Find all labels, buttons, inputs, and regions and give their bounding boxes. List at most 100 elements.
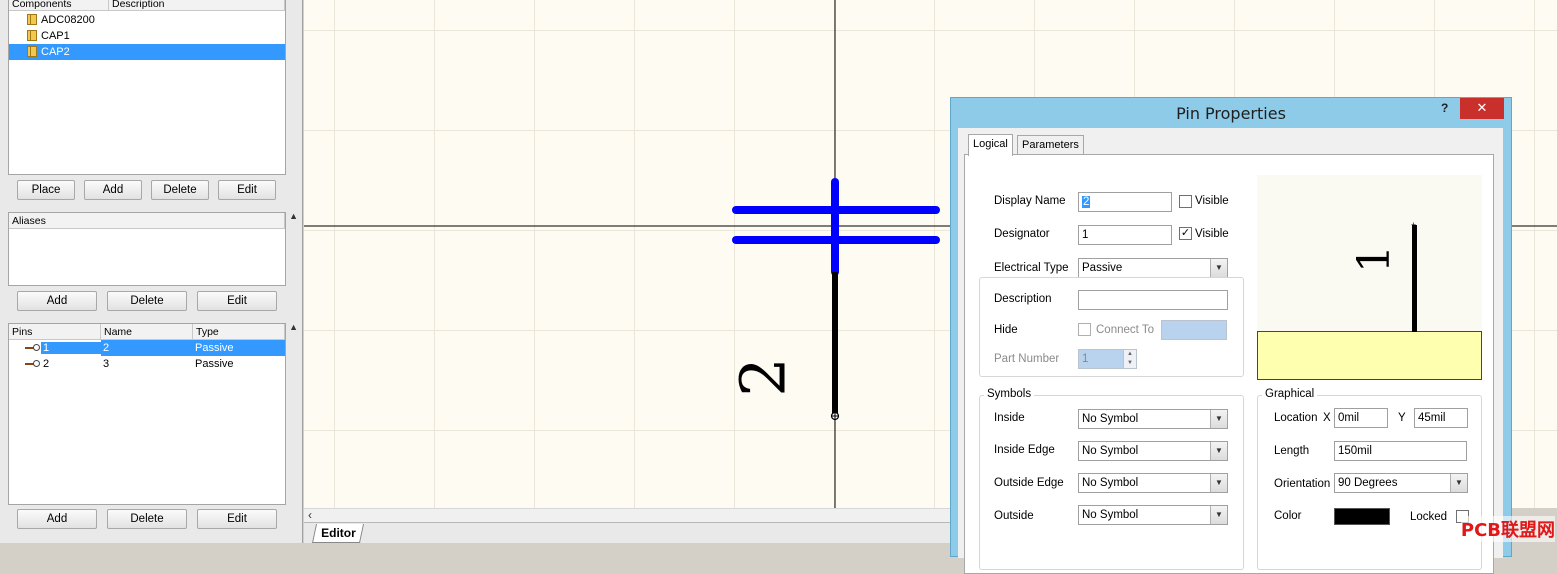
chevron-down-icon: ▼: [1210, 259, 1227, 277]
color-swatch[interactable]: [1334, 508, 1390, 525]
orientation-select[interactable]: 90 Degrees ▼: [1334, 473, 1468, 493]
location-y-input[interactable]: 45mil: [1414, 408, 1468, 428]
pin-name-label: 2: [726, 357, 800, 397]
length-label: Length: [1274, 445, 1310, 457]
graphical-group-title: Graphical: [1262, 388, 1318, 400]
scroll-left-icon[interactable]: ‹: [308, 508, 312, 522]
tab-parameters[interactable]: Parameters: [1017, 135, 1084, 155]
pin-row-selected[interactable]: 1 2 Passive: [9, 340, 285, 356]
close-button[interactable]: ✕: [1460, 98, 1504, 119]
color-label: Color: [1274, 510, 1302, 522]
document-tab-strip: Editor: [304, 522, 951, 543]
pin-icon: [25, 356, 40, 372]
display-name-visible-checkbox[interactable]: [1179, 195, 1192, 208]
col-name[interactable]: Name: [101, 324, 193, 339]
chevron-down-icon: ▼: [1210, 442, 1227, 460]
pins-header: Pins Name Type: [9, 324, 285, 340]
col-components[interactable]: Components: [9, 0, 109, 10]
location-y-label: Y: [1398, 412, 1406, 424]
add-alias-button[interactable]: Add: [17, 291, 97, 311]
hide-checkbox[interactable]: [1078, 323, 1091, 336]
inside-edge-label: Inside Edge: [994, 444, 1055, 456]
col-aliases[interactable]: Aliases: [9, 213, 285, 228]
component-book-icon: [27, 30, 37, 41]
component-item-selected[interactable]: CAP2: [9, 44, 285, 60]
component-item[interactable]: CAP1: [9, 28, 285, 44]
components-header: Components Description: [9, 0, 285, 11]
outside-symbol-select[interactable]: No Symbol ▼: [1078, 505, 1228, 525]
electrical-type-label: Electrical Type: [994, 262, 1069, 274]
designator-visible-label: Visible: [1195, 228, 1229, 240]
outside-label: Outside: [994, 510, 1034, 522]
aliases-header: Aliases: [9, 213, 285, 229]
col-type[interactable]: Type: [193, 324, 285, 339]
designator-label: Designator: [994, 228, 1050, 240]
electrical-type-select[interactable]: Passive ▼: [1078, 258, 1228, 278]
col-description[interactable]: Description: [109, 0, 285, 10]
logical-tab-page: Display Name 2 Visible Designator 1 ✓ Vi…: [964, 154, 1494, 574]
add-component-button[interactable]: Add: [84, 180, 142, 200]
locked-label: Locked: [1410, 511, 1448, 523]
part-number-input[interactable]: 1: [1078, 349, 1124, 369]
pins-list[interactable]: Pins Name Type 1 2 Passive 2 3 Passive: [8, 323, 286, 505]
pin-icon: [25, 340, 40, 356]
place-button[interactable]: Place: [17, 180, 75, 200]
component-item[interactable]: ADC08200: [9, 12, 285, 28]
components-list[interactable]: Components Description ADC08200 CAP1 CAP…: [8, 0, 286, 175]
tab-logical[interactable]: Logical: [968, 134, 1013, 156]
delete-alias-button[interactable]: Delete: [107, 291, 187, 311]
description-label: Description: [994, 293, 1052, 305]
location-x-input[interactable]: 0mil: [1334, 408, 1388, 428]
delete-component-button[interactable]: Delete: [151, 180, 209, 200]
inside-label: Inside: [994, 412, 1025, 424]
display-name-input[interactable]: 2: [1078, 192, 1172, 212]
dialog-title: Pin Properties: [1176, 104, 1286, 123]
edit-alias-button[interactable]: Edit: [197, 291, 277, 311]
display-name-visible-label: Visible: [1195, 195, 1229, 207]
preview-body-rect: [1257, 331, 1482, 380]
edit-pin-button[interactable]: Edit: [197, 509, 277, 529]
location-x-label: X: [1323, 412, 1331, 424]
designator-input[interactable]: 1: [1078, 225, 1172, 245]
dialog-titlebar[interactable]: Pin Properties ? ✕: [951, 98, 1511, 128]
pin-properties-dialog: Pin Properties ? ✕ Logical Parameters Di…: [950, 97, 1512, 574]
aliases-list[interactable]: Aliases: [8, 212, 286, 286]
outside-edge-label: Outside Edge: [994, 477, 1064, 489]
connect-to-input[interactable]: [1161, 320, 1227, 340]
symbols-group-title: Symbols: [984, 388, 1035, 400]
chevron-down-icon: ▼: [1210, 506, 1227, 524]
component-book-icon: [27, 14, 37, 25]
chevron-down-icon: ▼: [1450, 474, 1467, 492]
display-name-label: Display Name: [994, 195, 1066, 207]
hide-label: Hide: [994, 324, 1018, 336]
pin-row[interactable]: 2 3 Passive: [9, 356, 285, 372]
aliases-scroll-up-icon[interactable]: ▲: [289, 211, 298, 221]
pin-preview: + 1: [1257, 175, 1482, 380]
library-panel: Components Description ADC08200 CAP1 CAP…: [0, 0, 303, 543]
add-pin-button[interactable]: Add: [17, 509, 97, 529]
description-input[interactable]: [1078, 290, 1228, 310]
component-book-icon: [27, 46, 37, 57]
tab-editor[interactable]: Editor: [311, 524, 365, 543]
inside-symbol-select[interactable]: No Symbol ▼: [1078, 409, 1228, 429]
outside-edge-symbol-select[interactable]: No Symbol ▼: [1078, 473, 1228, 493]
location-label: Location: [1274, 412, 1318, 424]
col-pins[interactable]: Pins: [9, 324, 101, 339]
horizontal-scrollbar[interactable]: ‹: [304, 508, 951, 522]
connect-to-label: Connect To: [1096, 324, 1154, 336]
part-number-label: Part Number: [994, 353, 1060, 365]
dialog-body: Logical Parameters Display Name 2 Visibl…: [958, 128, 1503, 574]
watermark-text: PCB联盟网: [1460, 516, 1555, 542]
part-number-stepper[interactable]: ▲ ▼: [1123, 349, 1137, 369]
delete-pin-button[interactable]: Delete: [107, 509, 187, 529]
chevron-down-icon: ▼: [1210, 474, 1227, 492]
length-input[interactable]: 150mil: [1334, 441, 1467, 461]
edit-component-button[interactable]: Edit: [218, 180, 276, 200]
help-icon[interactable]: ?: [1441, 101, 1448, 115]
chevron-down-icon: ▼: [1210, 410, 1227, 428]
orientation-label: Orientation: [1274, 478, 1331, 490]
pins-scroll-up-icon[interactable]: ▲: [289, 322, 298, 332]
designator-visible-checkbox[interactable]: ✓: [1179, 227, 1192, 240]
inside-edge-symbol-select[interactable]: No Symbol ▼: [1078, 441, 1228, 461]
preview-designator-label: 1: [1349, 245, 1400, 273]
